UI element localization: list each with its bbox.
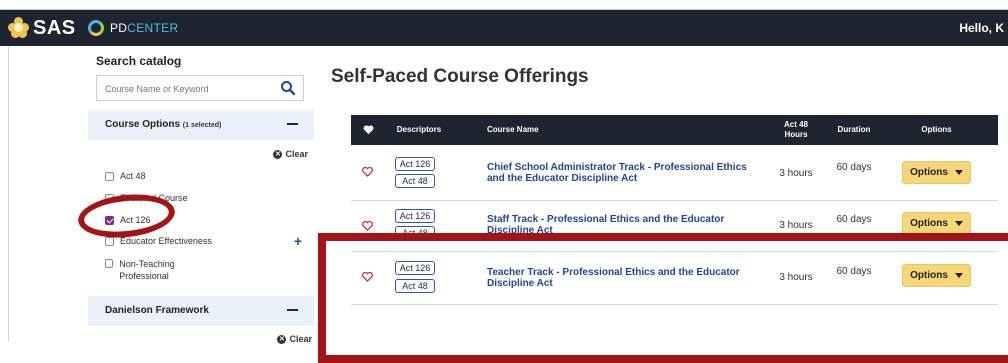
sas-flower-icon bbox=[8, 17, 30, 39]
table-row: Act 126 Act 48 Chief School Administrato… bbox=[351, 145, 998, 201]
pdcenter-logo[interactable]: PDCENTER bbox=[88, 18, 178, 38]
heart-icon bbox=[363, 125, 374, 135]
clear-x-icon: ✕ bbox=[277, 334, 287, 344]
filter-label: Non-Teaching Professional bbox=[119, 259, 175, 281]
course-duration: 60 days bbox=[836, 162, 872, 173]
search-box[interactable] bbox=[96, 75, 304, 101]
clear-x-icon: ✕ bbox=[273, 149, 283, 159]
options-label: Options bbox=[910, 167, 948, 178]
window-top-edge bbox=[0, 0, 1008, 10]
checkbox[interactable] bbox=[105, 172, 114, 181]
sas-brand-text: SAS bbox=[33, 16, 76, 39]
favorite-heart-icon[interactable] bbox=[362, 221, 373, 231]
user-greeting[interactable]: Hello, K bbox=[959, 21, 1004, 35]
col-descriptors: Descriptors bbox=[396, 125, 442, 134]
sas-logo[interactable]: SAS bbox=[8, 15, 76, 41]
annotation-highlight-box bbox=[318, 233, 1008, 363]
checkbox[interactable] bbox=[105, 237, 114, 246]
course-name-link[interactable]: Chief School Administrator Track - Profe… bbox=[487, 162, 752, 184]
filter-label: Act 48 bbox=[120, 171, 146, 181]
tag-act-126: Act 126 bbox=[395, 157, 435, 171]
options-dropdown-button[interactable]: Options bbox=[902, 212, 971, 235]
danielson-framework-title: Danielson Framework bbox=[105, 305, 209, 316]
filter-non-teaching-professional[interactable]: Non-Teaching Professional bbox=[105, 258, 215, 282]
left-divider bbox=[8, 46, 9, 341]
clear-label: Clear bbox=[285, 149, 308, 159]
col-options: Options bbox=[921, 125, 952, 134]
tag-act-126: Act 126 bbox=[395, 209, 435, 223]
clear-label: Clear bbox=[289, 334, 312, 344]
pdcenter-ring-icon bbox=[88, 20, 104, 36]
caret-down-icon bbox=[954, 221, 963, 226]
filter-label: Educator Effectiveness bbox=[120, 236, 212, 246]
course-duration: 60 days bbox=[836, 214, 872, 225]
filter-act-48[interactable]: Act 48 bbox=[105, 171, 146, 181]
col-act48-hours: Act 48 Hours bbox=[783, 120, 808, 139]
clear-danielson-button[interactable]: ✕ Clear bbox=[277, 334, 312, 344]
course-hours: 3 hours bbox=[779, 168, 813, 179]
course-hours: 3 hours bbox=[779, 220, 813, 231]
col-duration: Duration bbox=[837, 125, 871, 134]
course-options-header[interactable]: Course Options (1 selected) bbox=[88, 110, 314, 140]
search-input[interactable] bbox=[103, 77, 277, 101]
col-course-name: Course Name bbox=[487, 125, 539, 134]
table-header: Descriptors Course Name Act 48 Hours Dur… bbox=[351, 115, 998, 145]
page-title: Self-Paced Course Offerings bbox=[331, 66, 589, 87]
caret-down-icon bbox=[954, 170, 963, 175]
options-dropdown-button[interactable]: Options bbox=[902, 161, 971, 184]
pdcenter-brand-text: PDCENTER bbox=[110, 21, 179, 35]
checkbox[interactable] bbox=[105, 259, 114, 268]
collapse-minus-icon[interactable] bbox=[287, 123, 298, 125]
top-nav-bar: SAS PDCENTER Hello, K bbox=[0, 10, 1008, 46]
search-icon[interactable] bbox=[280, 80, 296, 96]
favorite-heart-icon[interactable] bbox=[362, 167, 373, 177]
danielson-framework-header[interactable]: Danielson Framework bbox=[88, 296, 314, 326]
course-options-title: Course Options (1 selected) bbox=[105, 119, 222, 130]
collapse-minus-icon[interactable] bbox=[287, 309, 298, 311]
search-catalog-label: Search catalog bbox=[96, 54, 182, 68]
tag-act-48: Act 48 bbox=[395, 174, 435, 188]
filter-sidebar: Search catalog Course Options (1 selecte… bbox=[88, 46, 314, 344]
expand-plus-icon[interactable]: + bbox=[294, 233, 302, 249]
options-label: Options bbox=[910, 218, 948, 229]
clear-filters-button[interactable]: ✕ Clear bbox=[273, 149, 308, 159]
